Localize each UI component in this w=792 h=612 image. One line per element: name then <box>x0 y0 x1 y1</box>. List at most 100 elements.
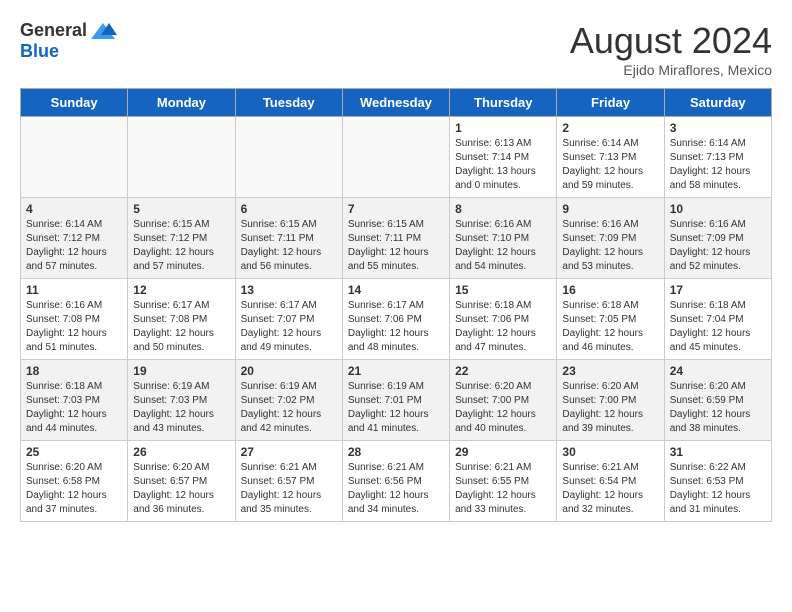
day-info: Sunrise: 6:17 AM Sunset: 7:08 PM Dayligh… <box>133 299 229 355</box>
week-row-2: 4Sunrise: 6:14 AM Sunset: 7:12 PM Daylig… <box>21 198 772 279</box>
weekday-header-row: SundayMondayTuesdayWednesdayThursdayFrid… <box>21 89 772 117</box>
day-number: 15 <box>455 283 551 297</box>
calendar-cell: 17 Sunrise: 6:18 AM Sunset: 7:04 PM Dayli… <box>664 279 771 360</box>
calendar-cell: 4Sunrise: 6:14 AM Sunset: 7:12 PM Daylig… <box>21 198 128 279</box>
day-info: Sunrise: 6:21 AM Sunset: 6:54 PM Dayligh… <box>562 461 658 517</box>
calendar-cell: 19 Sunrise: 6:19 AM Sunset: 7:03 PM Dayli… <box>128 360 235 441</box>
day-number: 26 <box>133 445 229 459</box>
day-info: Sunrise: 6:15 AM Sunset: 7:11 PM Dayligh… <box>241 218 337 274</box>
day-info: Sunrise: 6:22 AM Sunset: 6:53 PM Dayligh… <box>670 461 766 517</box>
day-number: 23 <box>562 364 658 378</box>
logo: General Blue <box>20 20 117 62</box>
day-info: Sunrise: 6:14 AM Sunset: 7:13 PM Dayligh… <box>670 137 766 193</box>
weekday-header-friday: Friday <box>557 89 664 117</box>
day-number: 8 <box>455 202 551 216</box>
day-info: Sunrise: 6:18 AM Sunset: 7:03 PM Dayligh… <box>26 380 122 436</box>
day-number: 3 <box>670 121 766 135</box>
calendar-cell: 27 Sunrise: 6:21 AM Sunset: 6:57 PM Dayli… <box>235 441 342 522</box>
day-info: Sunrise: 6:15 AM Sunset: 7:12 PM Dayligh… <box>133 218 229 274</box>
calendar-cell: 28 Sunrise: 6:21 AM Sunset: 6:56 PM Dayli… <box>342 441 449 522</box>
calendar-cell: 8 Sunrise: 6:16 AM Sunset: 7:10 PM Daylig… <box>450 198 557 279</box>
day-info: Sunrise: 6:20 AM Sunset: 6:58 PM Dayligh… <box>26 461 122 517</box>
header: General Blue August 2024 Ejido Miraflore… <box>20 20 772 78</box>
day-number: 14 <box>348 283 444 297</box>
logo-blue-text: Blue <box>20 41 59 61</box>
day-number: 6 <box>241 202 337 216</box>
day-info: Sunrise: 6:14 AM Sunset: 7:13 PM Dayligh… <box>562 137 658 193</box>
day-number: 28 <box>348 445 444 459</box>
calendar-cell: 3 Sunrise: 6:14 AM Sunset: 7:13 PM Daylig… <box>664 117 771 198</box>
logo-icon <box>89 21 117 41</box>
day-number: 24 <box>670 364 766 378</box>
calendar-cell: 10 Sunrise: 6:16 AM Sunset: 7:09 PM Dayli… <box>664 198 771 279</box>
calendar-cell <box>235 117 342 198</box>
calendar-cell: 22Sunrise: 6:20 AM Sunset: 7:00 PM Dayli… <box>450 360 557 441</box>
calendar-cell: 26 Sunrise: 6:20 AM Sunset: 6:57 PM Dayli… <box>128 441 235 522</box>
day-info: Sunrise: 6:21 AM Sunset: 6:56 PM Dayligh… <box>348 461 444 517</box>
calendar-cell <box>128 117 235 198</box>
day-number: 19 <box>133 364 229 378</box>
week-row-5: 25 Sunrise: 6:20 AM Sunset: 6:58 PM Dayli… <box>21 441 772 522</box>
title-block: August 2024 Ejido Miraflores, Mexico <box>570 20 772 78</box>
day-number: 29 <box>455 445 551 459</box>
day-number: 25 <box>26 445 122 459</box>
weekday-header-thursday: Thursday <box>450 89 557 117</box>
day-info: Sunrise: 6:21 AM Sunset: 6:57 PM Dayligh… <box>241 461 337 517</box>
calendar-cell: 31 Sunrise: 6:22 AM Sunset: 6:53 PM Dayli… <box>664 441 771 522</box>
calendar-cell <box>21 117 128 198</box>
day-info: Sunrise: 6:19 AM Sunset: 7:03 PM Dayligh… <box>133 380 229 436</box>
day-number: 1 <box>455 121 551 135</box>
day-info: Sunrise: 6:18 AM Sunset: 7:06 PM Dayligh… <box>455 299 551 355</box>
calendar-cell: 21Sunrise: 6:19 AM Sunset: 7:01 PM Dayli… <box>342 360 449 441</box>
day-info: Sunrise: 6:18 AM Sunset: 7:04 PM Dayligh… <box>670 299 766 355</box>
day-info: Sunrise: 6:20 AM Sunset: 6:59 PM Dayligh… <box>670 380 766 436</box>
calendar-cell: 25 Sunrise: 6:20 AM Sunset: 6:58 PM Dayli… <box>21 441 128 522</box>
day-number: 12 <box>133 283 229 297</box>
day-number: 20 <box>241 364 337 378</box>
day-info: Sunrise: 6:16 AM Sunset: 7:10 PM Dayligh… <box>455 218 551 274</box>
weekday-header-sunday: Sunday <box>21 89 128 117</box>
day-info: Sunrise: 6:20 AM Sunset: 7:00 PM Dayligh… <box>562 380 658 436</box>
weekday-header-monday: Monday <box>128 89 235 117</box>
day-number: 11 <box>26 283 122 297</box>
page: General Blue August 2024 Ejido Miraflore… <box>0 0 792 532</box>
day-info: Sunrise: 6:16 AM Sunset: 7:08 PM Dayligh… <box>26 299 122 355</box>
week-row-3: 11 Sunrise: 6:16 AM Sunset: 7:08 PM Dayli… <box>21 279 772 360</box>
calendar-cell: 23 Sunrise: 6:20 AM Sunset: 7:00 PM Dayli… <box>557 360 664 441</box>
day-number: 10 <box>670 202 766 216</box>
calendar-cell: 24 Sunrise: 6:20 AM Sunset: 6:59 PM Dayli… <box>664 360 771 441</box>
day-number: 31 <box>670 445 766 459</box>
calendar-cell: 7Sunrise: 6:15 AM Sunset: 7:11 PM Daylig… <box>342 198 449 279</box>
day-info: Sunrise: 6:20 AM Sunset: 7:00 PM Dayligh… <box>455 380 551 436</box>
calendar-cell: 1 Sunrise: 6:13 AM Sunset: 7:14 PM Daylig… <box>450 117 557 198</box>
weekday-header-tuesday: Tuesday <box>235 89 342 117</box>
calendar-cell: 20 Sunrise: 6:19 AM Sunset: 7:02 PM Dayli… <box>235 360 342 441</box>
calendar-cell: 29Sunrise: 6:21 AM Sunset: 6:55 PM Dayli… <box>450 441 557 522</box>
day-number: 5 <box>133 202 229 216</box>
day-number: 9 <box>562 202 658 216</box>
day-info: Sunrise: 6:16 AM Sunset: 7:09 PM Dayligh… <box>670 218 766 274</box>
location: Ejido Miraflores, Mexico <box>570 62 772 78</box>
day-info: Sunrise: 6:19 AM Sunset: 7:02 PM Dayligh… <box>241 380 337 436</box>
calendar-cell: 2Sunrise: 6:14 AM Sunset: 7:13 PM Daylig… <box>557 117 664 198</box>
calendar-cell: 6 Sunrise: 6:15 AM Sunset: 7:11 PM Daylig… <box>235 198 342 279</box>
calendar-cell: 14 Sunrise: 6:17 AM Sunset: 7:06 PM Dayli… <box>342 279 449 360</box>
calendar-cell: 18 Sunrise: 6:18 AM Sunset: 7:03 PM Dayli… <box>21 360 128 441</box>
calendar-cell: 15 Sunrise: 6:18 AM Sunset: 7:06 PM Dayli… <box>450 279 557 360</box>
day-number: 13 <box>241 283 337 297</box>
day-info: Sunrise: 6:19 AM Sunset: 7:01 PM Dayligh… <box>348 380 444 436</box>
day-number: 18 <box>26 364 122 378</box>
day-number: 27 <box>241 445 337 459</box>
calendar-cell: 5 Sunrise: 6:15 AM Sunset: 7:12 PM Daylig… <box>128 198 235 279</box>
day-info: Sunrise: 6:17 AM Sunset: 7:06 PM Dayligh… <box>348 299 444 355</box>
day-info: Sunrise: 6:15 AM Sunset: 7:11 PM Dayligh… <box>348 218 444 274</box>
day-info: Sunrise: 6:13 AM Sunset: 7:14 PM Dayligh… <box>455 137 551 193</box>
day-info: Sunrise: 6:18 AM Sunset: 7:05 PM Dayligh… <box>562 299 658 355</box>
day-number: 17 <box>670 283 766 297</box>
calendar-table: SundayMondayTuesdayWednesdayThursdayFrid… <box>20 88 772 522</box>
calendar-cell <box>342 117 449 198</box>
calendar-cell: 13Sunrise: 6:17 AM Sunset: 7:07 PM Dayli… <box>235 279 342 360</box>
day-number: 4 <box>26 202 122 216</box>
weekday-header-saturday: Saturday <box>664 89 771 117</box>
day-info: Sunrise: 6:20 AM Sunset: 6:57 PM Dayligh… <box>133 461 229 517</box>
